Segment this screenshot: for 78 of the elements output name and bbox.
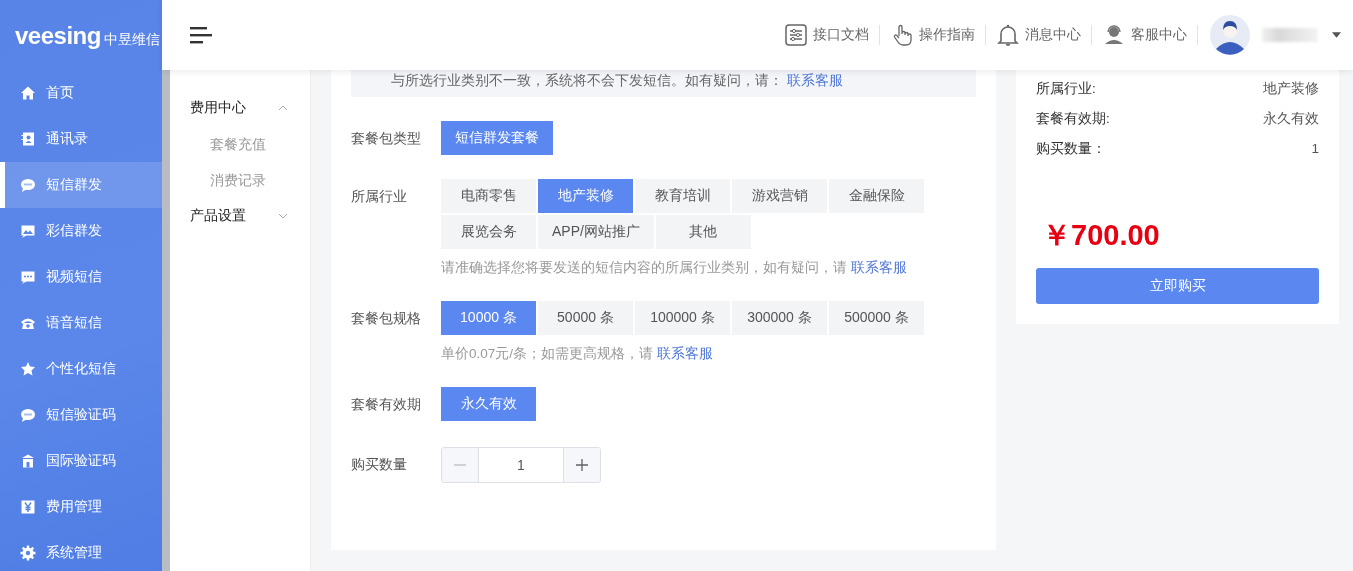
increment-button[interactable] bbox=[564, 448, 600, 482]
sms-bubble-icon bbox=[20, 407, 36, 423]
field-label: 套餐有效期 bbox=[351, 395, 422, 414]
building-icon bbox=[20, 453, 36, 469]
contact-link[interactable]: 联系客服 bbox=[656, 346, 713, 361]
redacted-name bbox=[1262, 28, 1318, 42]
subnav-group[interactable]: 产品设置 bbox=[170, 198, 310, 234]
scrollbar[interactable] bbox=[162, 70, 170, 571]
sidebar-item[interactable]: 语音短信 bbox=[0, 300, 162, 346]
field-label: 套餐包类型 bbox=[351, 129, 422, 148]
sidebar-item[interactable]: 国际验证码 bbox=[0, 438, 162, 484]
contact-card-icon bbox=[20, 131, 36, 147]
chevron-up-icon bbox=[278, 105, 288, 111]
summary-value: 永久有效 bbox=[1263, 110, 1319, 128]
notice-text: 与所选行业类别不一致，系统将不会下发短信。如有疑问，请： 联系客服 bbox=[351, 70, 976, 97]
document-settings-icon bbox=[784, 23, 808, 47]
plus-icon bbox=[575, 458, 589, 472]
caret-icon[interactable] bbox=[1332, 32, 1341, 38]
option-button[interactable]: 100000 条 bbox=[635, 301, 730, 335]
subnav-group[interactable]: 费用中心 bbox=[170, 90, 310, 126]
menu-icon[interactable] bbox=[190, 26, 212, 44]
header-link[interactable]: 消息中心 bbox=[994, 23, 1083, 47]
option-button[interactable]: 永久有效 bbox=[441, 387, 536, 421]
contact-link[interactable]: 联系客服 bbox=[850, 260, 907, 275]
option-button[interactable]: 游戏营销 bbox=[732, 179, 827, 213]
logo-wordmark: veesing bbox=[15, 24, 101, 48]
sidebar-item[interactable]: 短信验证码 bbox=[0, 392, 162, 438]
summary-label: 套餐有效期: bbox=[1036, 110, 1110, 128]
chevron-down-icon bbox=[278, 213, 288, 219]
subnav-item[interactable]: 消费记录 bbox=[170, 162, 310, 198]
contact-link[interactable]: 联系客服 bbox=[786, 73, 843, 88]
header-link[interactable]: 操作指南 bbox=[888, 23, 977, 47]
option-button[interactable]: 展览会务 bbox=[441, 215, 536, 249]
field-label: 购买数量 bbox=[351, 455, 408, 474]
sidebar-item[interactable]: 彩信群发 bbox=[0, 208, 162, 254]
sidebar-item[interactable]: 个性化短信 bbox=[0, 346, 162, 392]
sidebar-item[interactable]: 费用管理 bbox=[0, 484, 162, 530]
home-icon bbox=[20, 85, 36, 101]
bell-icon bbox=[996, 23, 1020, 47]
summary-label: 购买数量： bbox=[1036, 140, 1106, 158]
option-button[interactable]: 电商零售 bbox=[441, 179, 536, 213]
sidebar-item[interactable]: 短信群发 bbox=[0, 162, 162, 208]
sms-bubble-icon bbox=[20, 177, 36, 193]
logo[interactable]: veesing 中昱维信 bbox=[0, 0, 162, 70]
hint-text: 单价0.07元/条；如需更高规格，请 联系客服 bbox=[441, 345, 714, 363]
sidebar-item[interactable]: 视频短信 bbox=[0, 254, 162, 300]
image-icon bbox=[20, 223, 36, 239]
buy-now-button[interactable]: 立即购买 bbox=[1036, 268, 1319, 304]
summary-label: 所属行业: bbox=[1036, 80, 1096, 98]
total-price: ￥700.00 bbox=[1041, 218, 1161, 253]
star-icon bbox=[20, 361, 36, 377]
subnav-item[interactable]: 套餐充值 bbox=[170, 126, 310, 162]
summary-value: 1 bbox=[1311, 140, 1319, 158]
header-link[interactable]: 客服中心 bbox=[1100, 23, 1189, 47]
sidebar-item[interactable]: 系统管理 bbox=[0, 530, 162, 571]
logo-name: 中昱维信 bbox=[103, 31, 160, 48]
option-button[interactable]: 金融保险 bbox=[829, 179, 924, 213]
yen-icon bbox=[20, 499, 36, 515]
chat-bubble-icon bbox=[20, 269, 36, 285]
option-button[interactable]: 500000 条 bbox=[829, 301, 924, 335]
quantity-stepper[interactable]: 1 bbox=[441, 447, 601, 483]
summary-value: 地产装修 bbox=[1263, 80, 1319, 98]
option-button[interactable]: 50000 条 bbox=[538, 301, 633, 335]
field-label: 套餐包规格 bbox=[351, 309, 422, 328]
hint-text: 请准确选择您将要发送的短信内容的所属行业类别，如有疑问，请 联系客服 bbox=[441, 259, 908, 277]
option-button[interactable]: 教育培训 bbox=[635, 179, 730, 213]
option-button[interactable]: 短信群发套餐 bbox=[441, 121, 553, 155]
option-button[interactable]: 300000 条 bbox=[732, 301, 827, 335]
header-link[interactable]: 接口文档 bbox=[782, 23, 871, 47]
option-button[interactable]: 10000 条 bbox=[441, 301, 536, 335]
gear-icon bbox=[20, 545, 36, 561]
avatar[interactable] bbox=[1210, 15, 1250, 55]
option-button[interactable]: 其他 bbox=[655, 215, 751, 249]
sidebar-item[interactable]: 首页 bbox=[0, 70, 162, 116]
option-button[interactable]: APP/网站推广 bbox=[538, 215, 654, 249]
sidebar-item[interactable]: 通讯录 bbox=[0, 116, 162, 162]
field-label: 所属行业 bbox=[351, 187, 408, 206]
option-button[interactable]: 地产装修 bbox=[538, 179, 633, 213]
